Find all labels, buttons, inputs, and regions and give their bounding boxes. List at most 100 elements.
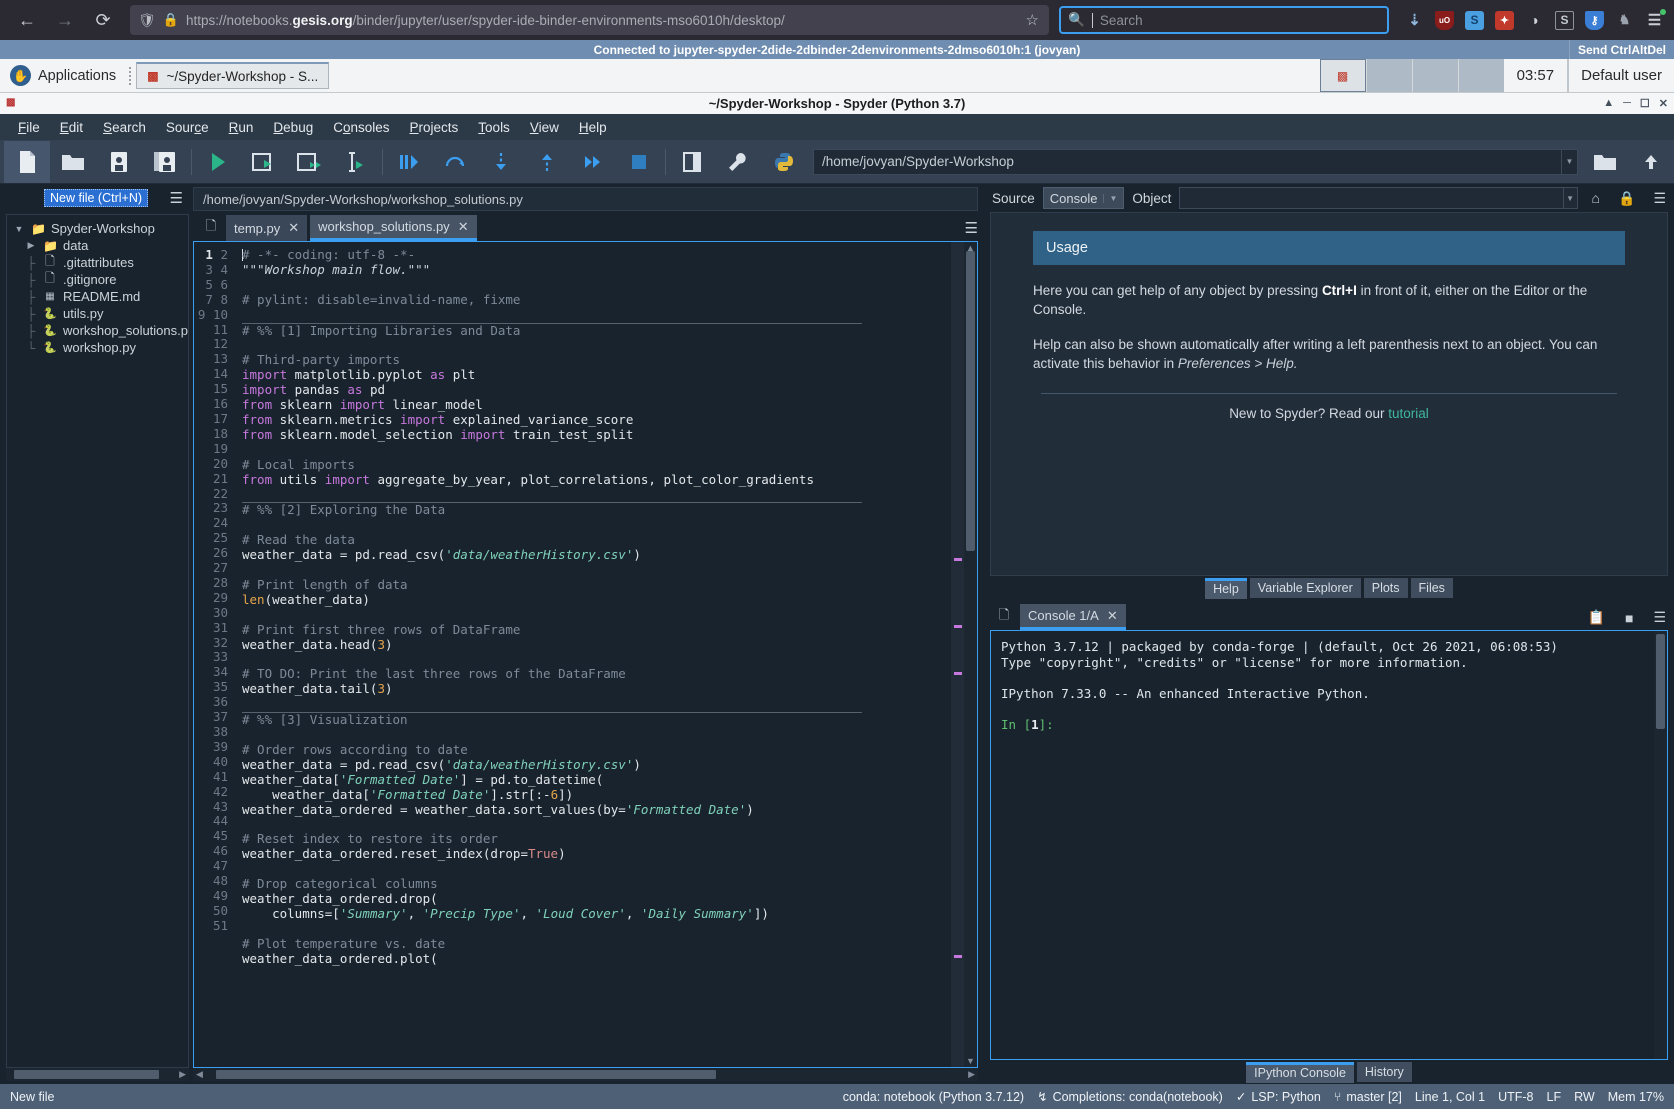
chevron-down-icon[interactable]: ▼ [1561,150,1577,174]
help-object-input[interactable]: ▼ [1179,187,1577,209]
workspace-3-button[interactable] [1412,59,1458,92]
console-output-area[interactable]: Python 3.7.12 | packaged by conda-forge … [990,630,1668,1060]
shade-icon[interactable]: ▲ [1603,97,1614,110]
search-input[interactable]: 🔍 Search [1059,6,1389,34]
tree-item-spyder-workshop[interactable]: ▼ 📁 Spyder-Workshop [7,220,188,237]
step-into-button[interactable] [478,141,524,183]
status-memory[interactable]: Mem 17% [1608,1090,1664,1104]
tree-item-utils-py[interactable]: ├ 🐍 utils.py [7,305,188,322]
console-tab-1a[interactable]: Console 1/A ✕ [1020,604,1126,630]
chevron-right-icon[interactable]: ▶ [25,240,37,251]
chevron-left-icon[interactable]: ◀ [193,1069,206,1080]
workspace-4-button[interactable] [1458,59,1504,92]
close-icon[interactable]: ✕ [288,220,299,236]
chevron-down-icon[interactable]: ▼ [13,224,25,234]
menu-help[interactable]: Help [569,117,617,138]
debug-file-button[interactable] [386,141,432,183]
status-eol[interactable]: LF [1547,1090,1562,1104]
reload-icon[interactable]: ⟳ [86,5,120,35]
copy-icon[interactable]: 📋 [1588,609,1605,626]
home-icon[interactable]: ⌂ [1592,190,1600,207]
close-icon[interactable]: ✕ [458,219,469,235]
scrollbar-thumb[interactable] [216,1070,716,1079]
save-file-button[interactable] [96,141,142,183]
run-selection-button[interactable] [333,141,379,183]
status-branch[interactable]: ⑂ master [2] [1334,1090,1402,1104]
status-encoding[interactable]: UTF-8 [1498,1090,1533,1104]
tree-item-data[interactable]: ▶ 📁 data [7,237,188,254]
editor-tab-workshop-solutions-py[interactable]: workshop_solutions.py ✕ [310,215,476,241]
status-lsp[interactable]: ✓ LSP: Python [1236,1089,1321,1104]
send-ctrl-alt-del-button[interactable]: Send CtrlAltDel [1569,40,1674,59]
star-icon[interactable]: ☆ [1026,11,1039,29]
hamburger-menu-icon[interactable]: ☰ [1653,190,1666,207]
maximize-icon[interactable]: ☐ [1640,97,1650,110]
status-conda-env[interactable]: conda: notebook (Python 3.7.12) [843,1090,1024,1104]
workspace-2-button[interactable] [1366,59,1412,92]
s-grey-extension-icon[interactable]: S [1555,11,1574,30]
code-editor[interactable]: 1 2 3 4 5 6 7 8 9 10 11 12 13 14 15 16 1… [193,241,978,1068]
editor-vertical-scrollbar[interactable]: ▲ ▼ [964,242,977,1067]
tab-history[interactable]: History [1357,1062,1412,1082]
scrollbar-thumb[interactable] [966,251,975,551]
shield-blue-extension-icon[interactable]: ⚷ [1585,11,1604,30]
user-label[interactable]: Default user [1567,59,1674,92]
editor-tab-temp-py[interactable]: temp.py ✕ [226,215,307,241]
tab-ipython-console[interactable]: IPython Console [1246,1062,1354,1083]
tab-files[interactable]: Files [1411,578,1453,598]
tutorial-link[interactable]: tutorial [1388,406,1429,421]
ublock-origin-icon[interactable]: uO [1435,11,1454,30]
console-vertical-scrollbar[interactable] [1654,631,1667,1059]
tree-item-workshop-solutions-py[interactable]: ├ 🐍 workshop_solutions.p [7,322,188,339]
status-completions[interactable]: ↯ Completions: conda(notebook) [1037,1089,1223,1104]
menu-source[interactable]: Source [156,117,219,138]
run-file-button[interactable] [195,141,241,183]
open-file-button[interactable] [50,141,96,183]
menu-search[interactable]: Search [93,117,156,138]
hamburger-menu-icon[interactable]: ☰ [1653,609,1666,626]
taskbar-item-spyder[interactable]: ▩ ~/Spyder-Workshop - S... [136,62,329,89]
back-icon[interactable]: ← [10,5,44,35]
chevron-down-icon[interactable]: ▼ [964,1056,977,1066]
downloads-icon[interactable]: ⇣ [1405,11,1424,30]
status-readwrite[interactable]: RW [1574,1090,1595,1104]
url-bar[interactable]: 🛡 🔒 https://notebooks.gesis.org/binder/j… [130,5,1049,35]
code-text[interactable]: # -*- coding: utf-8 -*- """Workshop main… [234,242,951,1067]
stop-debug-button[interactable] [616,141,662,183]
run-cell-advance-button[interactable] [287,141,333,183]
preferences-button[interactable] [715,141,761,183]
close-icon[interactable]: ✕ [1659,97,1668,110]
menu-projects[interactable]: Projects [400,117,469,138]
hamburger-menu-icon[interactable]: ☰ [170,189,183,207]
menu-edit[interactable]: Edit [50,117,93,138]
browse-directory-button[interactable] [1582,141,1628,183]
tree-item-readme[interactable]: ├ ▦ README.md [7,288,188,305]
tree-item-gitignore[interactable]: ├ 🗋 .gitignore [7,271,188,288]
close-icon[interactable]: ✕ [1107,608,1118,624]
chevron-right-icon[interactable]: ▶ [179,1069,189,1080]
file-browse-icon[interactable]: 🗋 [199,215,223,241]
scrollbar-thumb[interactable] [1656,634,1665,729]
menu-view[interactable]: View [520,117,569,138]
workspace-1-button[interactable]: ▩ [1320,59,1366,92]
applications-menu-button[interactable]: ✋ Applications [0,59,126,92]
menu-consoles[interactable]: Consoles [323,117,399,138]
red-wand-extension-icon[interactable]: ✦ [1495,11,1514,30]
tab-variable-explorer[interactable]: Variable Explorer [1250,578,1361,598]
file-browse-icon[interactable]: 🗋 [992,604,1016,630]
menu-debug[interactable]: Debug [263,117,323,138]
parent-directory-button[interactable] [1628,141,1674,183]
tree-item-gitattributes[interactable]: ├ 🗋 .gitattributes [7,254,188,271]
panel-grip[interactable] [129,67,133,85]
editor-horizontal-scrollbar[interactable]: ◀ ▶ [193,1068,978,1081]
hamburger-menu-icon[interactable]: ☰ [965,219,978,241]
clock[interactable]: 03:57 [1504,59,1568,92]
step-over-button[interactable] [432,141,478,183]
status-cursor-position[interactable]: Line 1, Col 1 [1415,1090,1485,1104]
menu-run[interactable]: Run [219,117,264,138]
maximize-pane-button[interactable] [669,141,715,183]
save-all-button[interactable] [142,141,188,183]
explorer-horizontal-scrollbar[interactable]: ▶ [6,1068,189,1081]
s-blue-extension-icon[interactable]: S [1465,11,1484,30]
run-cell-button[interactable] [241,141,287,183]
